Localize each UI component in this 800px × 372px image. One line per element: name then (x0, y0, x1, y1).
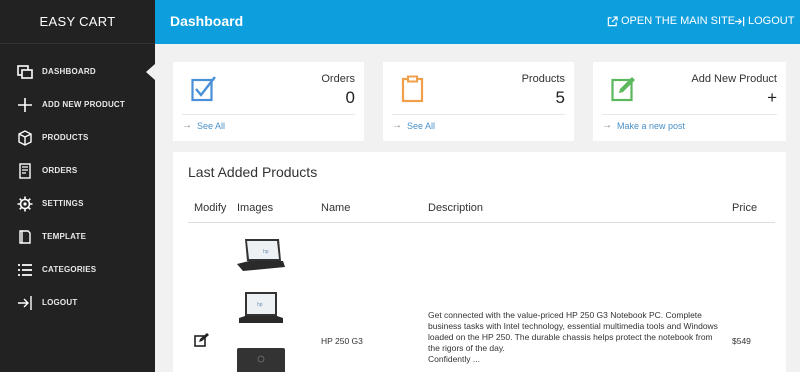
product-name[interactable]: HP 250 G3 (321, 336, 363, 346)
column-header-name: Name (321, 202, 351, 214)
plus-icon (16, 96, 34, 114)
orders-card: Orders 0 → See All (173, 62, 364, 141)
sidebar-item-dashboard[interactable]: DASHBOARD (0, 55, 155, 88)
dashboard-icon (16, 63, 34, 81)
card-title: Add New Product (691, 73, 777, 85)
svg-text:hp: hp (263, 249, 269, 255)
receipt-icon (16, 162, 34, 180)
arrow-right-icon: → (182, 120, 192, 131)
divider (182, 114, 355, 115)
card-title: Orders (321, 73, 355, 85)
box-icon (16, 129, 34, 147)
arrow-right-icon: → (602, 120, 612, 131)
description-text: Get connected with the value-priced HP 2… (428, 310, 718, 353)
sidebar-item-label: ORDERS (42, 166, 78, 175)
sidebar-item-label: LOGOUT (42, 298, 78, 307)
card-link-label: See All (197, 120, 226, 131)
see-all-products-link[interactable]: → See All (392, 120, 435, 131)
sidebar: EASY CART DASHBOARD ADD NEW PRODUCT PROD… (0, 0, 155, 372)
card-link-label: See All (407, 120, 436, 131)
sidebar-item-label: SETTINGS (42, 199, 84, 208)
products-card: Products 5 → See All (383, 62, 574, 141)
page-title: Dashboard (170, 13, 244, 29)
make-new-post-link[interactable]: → Make a new post (602, 120, 685, 131)
product-description: Get connected with the value-priced HP 2… (428, 310, 724, 365)
sidebar-item-label: TEMPLATE (42, 232, 87, 241)
column-header-description: Description (428, 202, 484, 214)
edit-icon[interactable] (194, 333, 209, 347)
card-value: 0 (345, 88, 355, 107)
product-image-laptop-front[interactable]: hp (235, 290, 287, 328)
open-main-site-link[interactable]: OPEN THE MAIN SITE (607, 15, 735, 27)
product-price: $549 (732, 336, 751, 346)
sidebar-item-label: ADD NEW PRODUCT (42, 100, 125, 109)
card-value: 5 (555, 88, 565, 107)
sidebar-item-label: PRODUCTS (42, 133, 89, 142)
card-title: Products (521, 73, 565, 85)
column-header-price: Price (732, 202, 758, 214)
logout-icon (734, 16, 745, 26)
product-image-laptop-lid[interactable] (235, 345, 287, 372)
svg-text:hp: hp (257, 302, 263, 308)
header-logout-link[interactable]: LOGOUT (734, 15, 794, 27)
column-header-images: Images (237, 202, 274, 214)
description-more: Confidently ... (428, 354, 480, 364)
product-image-laptop-open[interactable]: hp (235, 236, 287, 274)
logout-icon (16, 294, 34, 312)
brand-logo[interactable]: EASY CART (0, 0, 155, 44)
table-header-divider (188, 222, 775, 223)
sidebar-item-products[interactable]: PRODUCTS (0, 121, 155, 154)
gear-icon (16, 195, 34, 213)
checkbox-icon (191, 76, 216, 102)
sidebar-item-template[interactable]: TEMPLATE (0, 220, 155, 253)
panel-title: Last Added Products (188, 164, 318, 180)
clipboard-icon (401, 75, 424, 103)
sidebar-item-label: CATEGORIES (42, 265, 97, 274)
arrow-right-icon: → (392, 120, 402, 131)
external-link-icon (607, 15, 618, 26)
sidebar-item-logout[interactable]: LOGOUT (0, 286, 155, 319)
list-icon (16, 261, 34, 279)
sidebar-item-orders[interactable]: ORDERS (0, 154, 155, 187)
see-all-orders-link[interactable]: → See All (182, 120, 225, 131)
sidebar-item-settings[interactable]: SETTINGS (0, 187, 155, 220)
sidebar-item-label: DASHBOARD (42, 67, 96, 76)
sidebar-nav: DASHBOARD ADD NEW PRODUCT PRODUCTS ORDER… (0, 55, 155, 319)
card-value: + (767, 88, 777, 107)
card-link-label: Make a new post (617, 120, 686, 131)
column-header-modify: Modify (194, 202, 227, 214)
sidebar-item-add-new-product[interactable]: ADD NEW PRODUCT (0, 88, 155, 121)
add-new-product-card: Add New Product + → Make a new post (593, 62, 786, 141)
divider (602, 114, 777, 115)
edit-square-icon (611, 77, 635, 102)
last-added-products-panel: Last Added Products Modify Images Name D… (173, 152, 786, 372)
divider (392, 114, 565, 115)
top-header: Dashboard OPEN THE MAIN SITE LOGOUT (155, 0, 800, 44)
sidebar-item-categories[interactable]: CATEGORIES (0, 253, 155, 286)
header-logout-label: LOGOUT (748, 15, 795, 27)
book-icon (16, 228, 34, 246)
open-main-site-label: OPEN THE MAIN SITE (621, 15, 736, 27)
